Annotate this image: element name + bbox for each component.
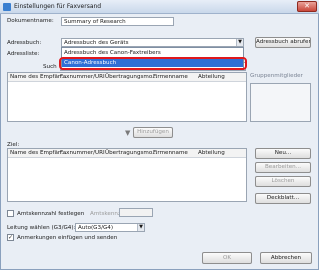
- fax-app-icon: [3, 3, 11, 11]
- chevron-down-icon[interactable]: ▼: [236, 39, 243, 46]
- window-title: Einstellungen für Faxversand: [14, 3, 102, 10]
- line-select[interactable]: Auto(G3/G4) ▼: [75, 223, 145, 232]
- highlight-callout: [59, 57, 247, 70]
- column-header[interactable]: Abteilung: [198, 150, 225, 156]
- document-name-field[interactable]: Summary of Research: [61, 17, 174, 26]
- group-members-list: [250, 83, 311, 122]
- open-addressbook-button[interactable]: Adressbuch abrufen: [255, 37, 311, 48]
- column-header[interactable]: Übertragungsmo...: [105, 74, 158, 80]
- new-destination-button[interactable]: Neu...: [255, 148, 311, 159]
- notes-label: Anmerkungen einfügen und senden: [17, 235, 118, 241]
- cover-sheet-button[interactable]: Deckblatt...: [255, 193, 311, 204]
- column-header[interactable]: Abteilung: [198, 74, 225, 80]
- edit-destination-button[interactable]: Bearbeiten...: [255, 162, 311, 173]
- column-header[interactable]: Name des Empfän...: [10, 74, 67, 80]
- column-header[interactable]: Firmenname: [153, 74, 188, 80]
- delete-destination-button[interactable]: Löschen: [255, 176, 311, 187]
- addressbook-label: Adressbuch:: [7, 40, 42, 46]
- search-label: Such: [43, 64, 57, 70]
- column-header[interactable]: Firmenname: [153, 150, 188, 156]
- group-members-label: Gruppenmitglieder: [250, 73, 303, 79]
- addresslist-label: Adressliste:: [7, 51, 40, 57]
- destination-list[interactable]: Name des Empfän... Faxnummer/URI Übertra…: [7, 148, 247, 202]
- close-button[interactable]: ✕: [297, 1, 317, 12]
- outside-dialing-checkbox[interactable]: [7, 210, 14, 217]
- ok-button[interactable]: OK: [202, 252, 252, 264]
- column-header[interactable]: Faxnummer/URI: [60, 150, 105, 156]
- notes-checkbox[interactable]: ✓: [7, 234, 14, 241]
- column-header[interactable]: Name des Empfän...: [10, 150, 67, 156]
- addressbook-select[interactable]: Adressbuch des Geräts ▼: [61, 38, 244, 47]
- line-select-value: Auto(G3/G4): [78, 225, 114, 231]
- column-header[interactable]: Faxnummer/URI: [60, 74, 105, 80]
- chevron-down-icon[interactable]: ▼: [137, 224, 144, 231]
- addressbook-selected-value: Adressbuch des Geräts: [64, 40, 129, 46]
- outside-number-field[interactable]: [119, 208, 153, 217]
- line-select-label: Leitung wählen (G3/G4):: [7, 225, 76, 231]
- dropdown-option[interactable]: Adressbuch des Canon-Faxtreibers: [62, 49, 243, 57]
- document-name-label: Dokumentname:: [7, 18, 54, 24]
- down-arrow-icon: ▼: [125, 129, 131, 137]
- address-list[interactable]: Name des Empfän... Faxnummer/URI Übertra…: [7, 72, 247, 122]
- destination-list-header: Name des Empfän... Faxnummer/URI Übertra…: [8, 149, 246, 158]
- address-list-header: Name des Empfän... Faxnummer/URI Übertra…: [8, 73, 246, 82]
- outside-dialing-label: Amtskennzahl festlegen: [17, 211, 85, 217]
- cancel-button[interactable]: Abbrechen: [260, 252, 312, 264]
- add-button[interactable]: Hinzufügen: [133, 127, 173, 138]
- column-header[interactable]: Übertragungsmo...: [105, 150, 158, 156]
